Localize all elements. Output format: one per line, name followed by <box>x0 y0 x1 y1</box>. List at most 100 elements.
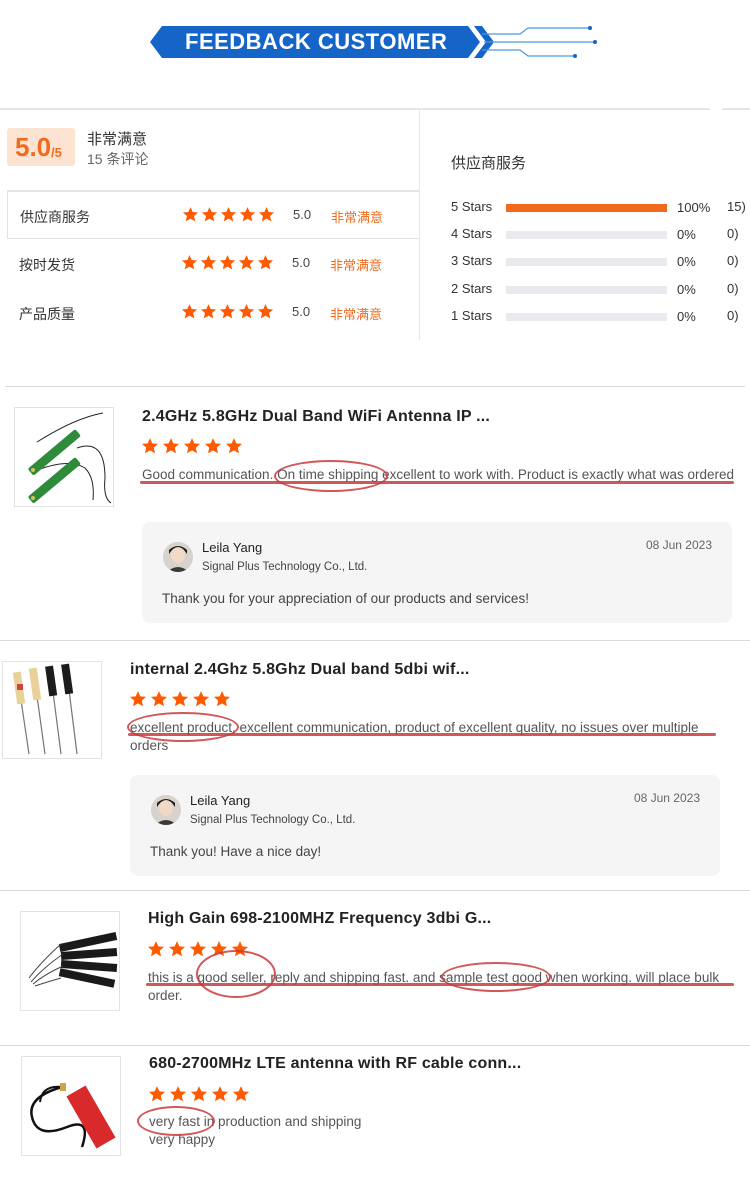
star-icon <box>141 437 159 455</box>
seller-reply: Leila Yang Signal Plus Technology Co., L… <box>130 775 720 876</box>
overall-rating-text: 非常满意 <box>87 131 148 148</box>
star-icon <box>238 254 255 271</box>
star-icon <box>238 303 255 320</box>
star-distribution-row[interactable]: 2 Stars 0% 0) <box>451 281 750 299</box>
product-thumbnail[interactable] <box>21 1056 121 1156</box>
distribution-percent: 0% <box>677 254 696 269</box>
distribution-percent: 100% <box>677 200 711 215</box>
product-thumbnail[interactable] <box>14 407 114 507</box>
divider <box>0 1045 750 1046</box>
distribution-label: 3 Stars <box>451 253 493 268</box>
star-icon <box>150 690 168 708</box>
star-icon <box>129 690 147 708</box>
antenna-image <box>28 412 112 504</box>
star-icon <box>169 1085 187 1103</box>
star-icon <box>258 206 275 223</box>
star-icon <box>182 206 199 223</box>
category-score: 5.0 <box>292 304 311 319</box>
distribution-percent: 0% <box>677 282 696 297</box>
product-title[interactable]: 680-2700MHz LTE antenna with RF cable co… <box>149 1055 521 1073</box>
distribution-bar-track <box>506 286 667 294</box>
reply-text: Thank you for your appreciation of our p… <box>162 591 529 606</box>
category-tab-supplier-service[interactable]: 供应商服务 5.0 非常满意 <box>7 191 419 239</box>
category-label: 供应商服务 <box>20 209 90 225</box>
distribution-label: 2 Stars <box>451 281 493 296</box>
reply-author-company: Signal Plus Technology Co., Ltd. <box>190 814 356 826</box>
product-thumbnail[interactable] <box>2 661 102 759</box>
distribution-bar-fill <box>506 204 667 212</box>
star-icon <box>213 690 231 708</box>
antenna-image <box>30 1083 116 1149</box>
review-stars <box>129 690 231 708</box>
highlight-circle <box>441 962 551 992</box>
category-stars <box>182 206 275 223</box>
review-count: 15 条评论 <box>87 151 149 167</box>
category-rating-text: 非常满意 <box>331 210 384 225</box>
product-title[interactable]: High Gain 698-2100MHZ Frequency 3dbi G..… <box>148 910 491 928</box>
reply-date: 08 Jun 2023 <box>645 538 712 552</box>
antenna-image <box>12 663 78 755</box>
reply-text: Thank you! Have a nice day! <box>150 844 322 859</box>
star-distribution-row[interactable]: 3 Stars 0% 0) <box>451 253 750 271</box>
star-icon <box>162 437 180 455</box>
product-title[interactable]: 2.4GHz 5.8GHz Dual Band WiFi Antenna IP … <box>142 408 490 426</box>
star-distribution-row[interactable]: 1 Stars 0% 0) <box>451 308 750 326</box>
avatar <box>163 542 193 572</box>
reply-date: 08 Jun 2023 <box>633 791 700 805</box>
category-tab-product-quality[interactable]: 产品质量 5.0 非常满意 <box>7 289 419 337</box>
star-icon <box>225 437 243 455</box>
distribution-label: 5 Stars <box>451 199 493 214</box>
star-icon <box>200 254 217 271</box>
category-label: 按时发货 <box>19 257 75 273</box>
reply-author-name: Leila Yang <box>190 793 251 808</box>
highlight-underline <box>140 481 734 484</box>
star-icon <box>181 303 198 320</box>
star-icon <box>181 254 198 271</box>
star-icon <box>168 940 186 958</box>
distribution-count: 0) <box>727 226 739 241</box>
product-thumbnail[interactable] <box>20 911 120 1011</box>
star-icon <box>204 437 222 455</box>
star-distribution-row[interactable]: 5 Stars 100% 15) <box>451 199 750 217</box>
category-stars <box>181 303 274 320</box>
distribution-bar-track <box>506 258 667 266</box>
star-icon <box>200 303 217 320</box>
distribution-label: 4 Stars <box>451 226 493 241</box>
divider <box>0 890 750 891</box>
divider <box>419 110 420 340</box>
category-rating-text: 非常满意 <box>330 258 383 273</box>
distribution-bar-track <box>506 231 667 239</box>
star-icon <box>219 303 236 320</box>
star-icon <box>232 1085 250 1103</box>
highlight-circle <box>127 712 239 742</box>
reply-author-company: Signal Plus Technology Co., Ltd. <box>202 561 368 573</box>
star-distribution-row[interactable]: 4 Stars 0% 0) <box>451 226 750 244</box>
distribution-label: 1 Stars <box>451 308 493 323</box>
product-title[interactable]: internal 2.4Ghz 5.8Ghz Dual band 5dbi wi… <box>130 661 470 679</box>
review-stars <box>141 437 243 455</box>
highlight-circle <box>196 950 276 998</box>
star-icon <box>183 437 201 455</box>
banner-title: FEEDBACK CUSTOMER <box>185 29 448 54</box>
avatar <box>151 795 181 825</box>
distribution-count: 0) <box>727 253 739 268</box>
divider <box>0 640 750 641</box>
distribution-title: 供应商服务 <box>451 155 527 172</box>
distribution-bar-track <box>506 313 667 321</box>
category-score: 5.0 <box>292 255 311 270</box>
category-score: 5.0 <box>293 207 312 222</box>
star-icon <box>257 254 274 271</box>
divider <box>5 386 745 387</box>
overall-score: 5.0 <box>15 132 52 162</box>
category-tab-on-time-delivery[interactable]: 按时发货 5.0 非常满意 <box>7 240 419 288</box>
distribution-count: 0) <box>727 308 739 323</box>
score-max: /5 <box>51 145 62 160</box>
star-icon <box>189 940 207 958</box>
star-icon <box>219 254 236 271</box>
star-icon <box>190 1085 208 1103</box>
highlight-circle <box>274 460 388 492</box>
star-icon <box>239 206 256 223</box>
reply-author-name: Leila Yang <box>202 540 263 555</box>
category-label: 产品质量 <box>19 306 75 322</box>
star-icon <box>201 206 218 223</box>
